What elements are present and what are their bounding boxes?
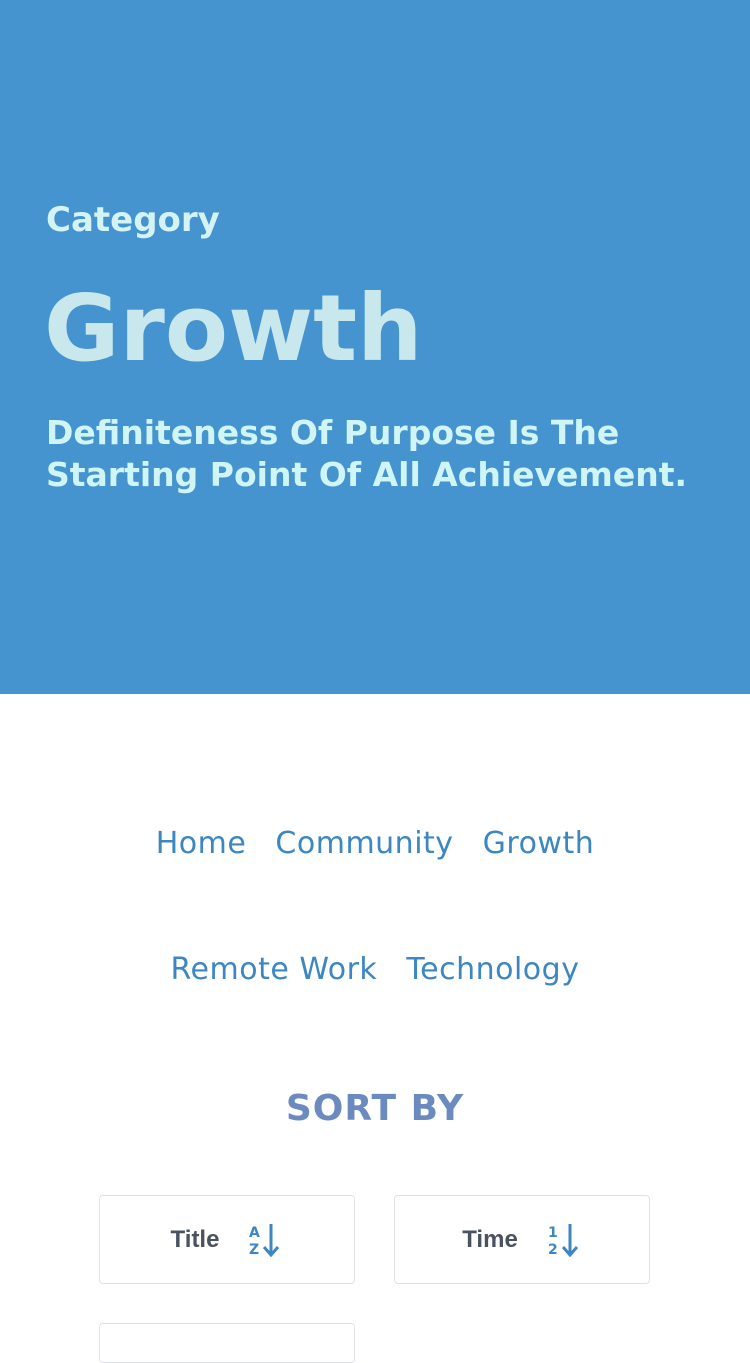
svg-text:Z: Z: [249, 1242, 259, 1258]
sort-numeric-down-icon: 1 2: [542, 1220, 582, 1260]
nav-link-remote-work[interactable]: Remote Work: [171, 952, 378, 987]
sort-heading: SORT BY: [285, 1088, 465, 1129]
category-kicker: Category: [46, 200, 220, 240]
svg-text:2: 2: [548, 1242, 558, 1258]
sort-by-time-label: Time: [462, 1225, 518, 1253]
nav-link-home[interactable]: Home: [156, 826, 247, 861]
sort-by-title-label: Title: [170, 1225, 220, 1253]
svg-text:1: 1: [548, 1225, 558, 1241]
nav-link-growth[interactable]: Growth: [483, 826, 595, 861]
nav-link-technology[interactable]: Technology: [406, 952, 579, 987]
sort-by-time-button[interactable]: Time 1 2: [394, 1195, 650, 1284]
sort-option-button[interactable]: [99, 1323, 355, 1363]
category-nav-row-1: Home Community Growth: [0, 826, 750, 861]
category-nav-row-2: Remote Work Technology: [0, 952, 750, 987]
nav-link-community[interactable]: Community: [275, 826, 453, 861]
category-title: Growth: [44, 275, 423, 382]
sort-alpha-down-icon: A Z: [243, 1220, 283, 1260]
category-quote: Definiteness Of Purpose Is The Starting …: [46, 413, 688, 494]
category-hero: Category Growth Definiteness Of Purpose …: [0, 0, 750, 694]
sort-by-title-button[interactable]: Title A Z: [99, 1195, 355, 1284]
svg-text:A: A: [249, 1225, 260, 1241]
